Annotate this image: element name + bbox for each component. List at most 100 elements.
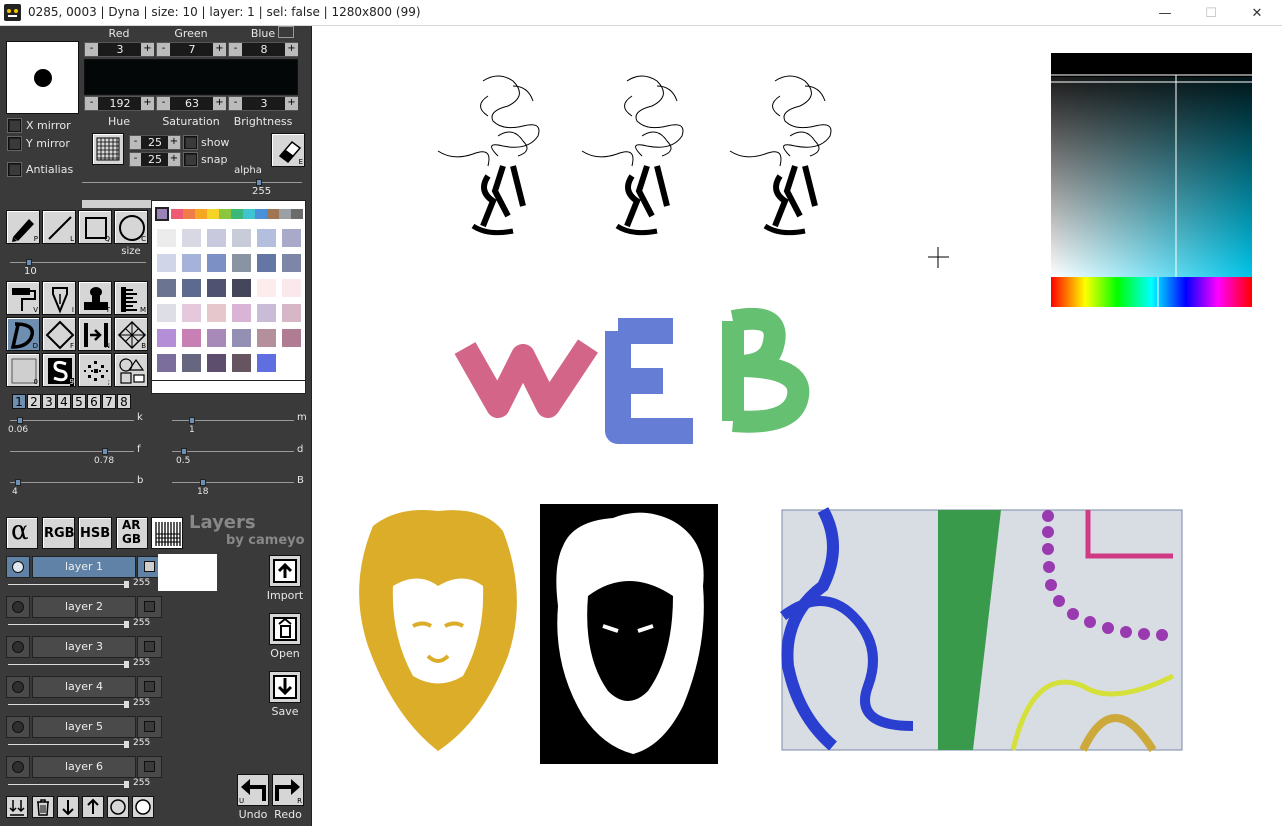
d-slider-knob[interactable] — [181, 448, 187, 455]
layer-visibility-toggle[interactable] — [6, 676, 30, 698]
saturation-minus-button[interactable]: - — [157, 97, 170, 110]
palette-swatch[interactable] — [232, 279, 251, 297]
alpha-slider-knob[interactable] — [256, 179, 262, 186]
grid-y-minus-button[interactable]: - — [130, 153, 141, 166]
delete-layer-button[interactable] — [32, 796, 54, 818]
palette-strip-color[interactable] — [195, 209, 207, 219]
hsb-mode-button[interactable]: HSB — [78, 517, 112, 549]
layer-name[interactable]: layer 3 — [32, 636, 136, 658]
brush-preset-tab-7[interactable]: 7 — [102, 394, 116, 409]
layer-row-1[interactable]: layer 1 255 — [6, 556, 162, 592]
minimize-button[interactable]: — — [1142, 0, 1188, 26]
b-slider[interactable] — [10, 479, 134, 486]
layer-alpha-knob[interactable] — [124, 741, 129, 748]
color-picker-panel[interactable] — [1051, 53, 1252, 307]
redo-button[interactable]: R — [272, 774, 304, 806]
palette-swatch[interactable] — [257, 354, 276, 372]
layer-row-3[interactable]: layer 3 255 — [6, 636, 162, 672]
spray-tool[interactable]: ; — [78, 353, 112, 387]
pencil-tool[interactable]: P — [6, 210, 40, 244]
open-button[interactable] — [269, 613, 301, 645]
saturation-plus-button[interactable]: + — [213, 97, 226, 110]
brush-preset-tab-4[interactable]: 4 — [57, 394, 71, 409]
brush-preset-tab-3[interactable]: 3 — [42, 394, 56, 409]
saturation-spinner[interactable]: - 63 + — [156, 96, 226, 111]
palette-swatch[interactable] — [282, 304, 301, 322]
layer-name[interactable]: layer 4 — [32, 676, 136, 698]
palette-swatch[interactable] — [207, 254, 226, 272]
layer-alpha-knob[interactable] — [124, 621, 129, 628]
brightness-spinner[interactable]: - 3 + — [228, 96, 298, 111]
big-b-slider[interactable] — [172, 479, 294, 486]
drawing-canvas[interactable]: WEB — [313, 26, 1282, 826]
palette-strip-color[interactable] — [231, 209, 243, 219]
layer-row-6[interactable]: layer 6 255 — [6, 756, 162, 792]
palette-swatch[interactable] — [207, 279, 226, 297]
antialias-checkbox[interactable] — [8, 163, 21, 176]
palette-swatch[interactable] — [182, 304, 201, 322]
layer-alpha-slider[interactable] — [8, 704, 128, 705]
layer-row-4[interactable]: layer 4 255 — [6, 676, 162, 712]
palette-strip-color[interactable] — [219, 209, 231, 219]
palette-swatch[interactable] — [257, 304, 276, 322]
palette-strip-color[interactable] — [207, 209, 219, 219]
layer-alpha-knob[interactable] — [124, 781, 129, 788]
brightness-minus-button[interactable]: - — [229, 97, 242, 110]
f-slider-knob[interactable] — [102, 448, 108, 455]
palette-strip-color[interactable] — [243, 209, 255, 219]
palette-swatch[interactable] — [232, 329, 251, 347]
show-all-layers-button[interactable] — [132, 796, 154, 818]
blue-spinner[interactable]: - 8 + — [228, 42, 298, 57]
palette-swatch[interactable] — [257, 279, 276, 297]
palette-name-field[interactable] — [151, 380, 306, 394]
hue-spinner[interactable]: - 192 + — [84, 96, 154, 111]
layer-row-5[interactable]: layer 5 255 — [6, 716, 162, 752]
palette-swatch[interactable] — [182, 254, 201, 272]
palette-swatch[interactable] — [282, 229, 301, 247]
y-mirror-checkbox[interactable] — [8, 137, 21, 150]
stamp-tool[interactable]: T — [78, 281, 112, 315]
palette-strip-color[interactable] — [171, 209, 183, 219]
d-slider[interactable] — [172, 448, 294, 455]
line-tool[interactable]: L — [42, 210, 76, 244]
layer-select-checkbox[interactable] — [137, 636, 162, 658]
maximize-button[interactable]: ☐ — [1188, 0, 1234, 26]
hue-minus-button[interactable]: - — [85, 97, 98, 110]
layer-alpha-knob[interactable] — [124, 701, 129, 708]
layer-visibility-toggle[interactable] — [6, 716, 30, 738]
palette-swatch[interactable] — [207, 229, 226, 247]
palette-swatch[interactable] — [232, 304, 251, 322]
palette-strip-color[interactable] — [255, 209, 267, 219]
m-slider[interactable] — [172, 417, 294, 424]
layer-select-checkbox[interactable] — [137, 756, 162, 778]
palette-swatch[interactable] — [207, 354, 226, 372]
pen-tool[interactable]: I — [42, 281, 76, 315]
undo-button[interactable]: U — [237, 774, 269, 806]
merge-layer-button[interactable] — [6, 796, 28, 818]
big-b-slider-knob[interactable] — [200, 479, 206, 486]
palette-strip-color[interactable] — [183, 209, 195, 219]
layer-visibility-toggle[interactable] — [6, 596, 30, 618]
fill-tool[interactable]: V — [6, 281, 40, 315]
brush-preset-tab-8[interactable]: 8 — [117, 394, 131, 409]
palette-strip-color[interactable] — [291, 209, 303, 219]
shapes-tool[interactable] — [114, 353, 148, 387]
palette-swatch[interactable] — [232, 229, 251, 247]
grid-y-spinner[interactable]: - 25 + — [129, 152, 181, 167]
palette-swatch[interactable] — [157, 254, 176, 272]
grid-x-plus-button[interactable]: + — [168, 136, 180, 149]
brightness-plus-button[interactable]: + — [285, 97, 298, 110]
layer-alpha-slider[interactable] — [8, 584, 128, 585]
hue-plus-button[interactable]: + — [141, 97, 154, 110]
symmetry-tool[interactable]: 9 — [42, 353, 76, 387]
layer-select-checkbox[interactable] — [137, 716, 162, 738]
grid-button[interactable] — [92, 133, 124, 165]
green-minus-button[interactable]: - — [157, 43, 170, 56]
palette-swatch[interactable] — [232, 354, 251, 372]
palette-swatch[interactable] — [282, 354, 301, 372]
blank-tool[interactable]: 0 — [6, 353, 40, 387]
red-plus-button[interactable]: + — [141, 43, 154, 56]
layer-name[interactable]: layer 5 — [32, 716, 136, 738]
f-slider[interactable] — [10, 448, 134, 455]
diamond-tool[interactable]: F — [42, 317, 76, 351]
